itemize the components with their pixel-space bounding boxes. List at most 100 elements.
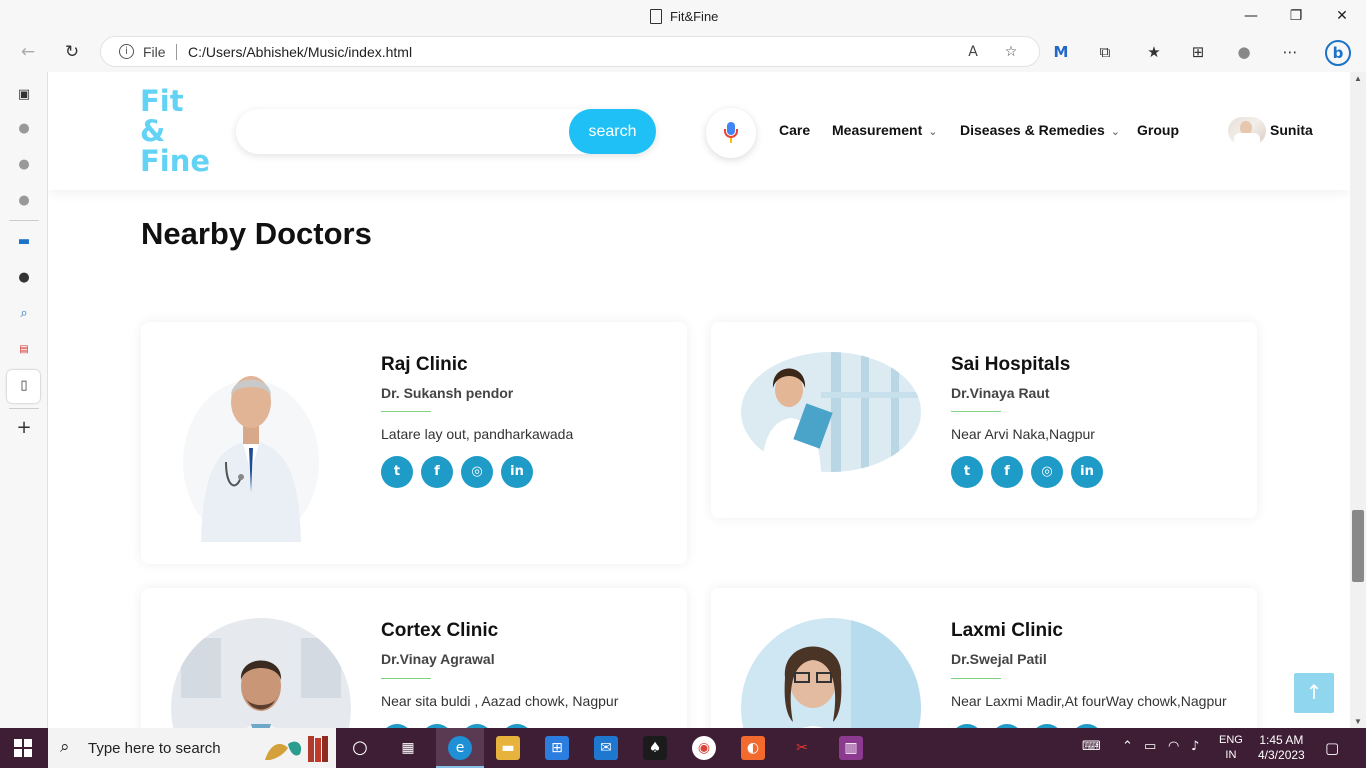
app-icon[interactable]: ◐: [741, 736, 765, 760]
linkedin-icon[interactable]: in: [501, 456, 533, 488]
page-icon[interactable]: ▯: [14, 376, 34, 396]
instagram-icon[interactable]: ◎: [1031, 456, 1063, 488]
solitaire-icon[interactable]: ♠: [643, 736, 667, 760]
nav-group[interactable]: Group: [1137, 122, 1179, 138]
search-icon[interactable]: ⌕: [14, 304, 34, 324]
info-icon[interactable]: i: [119, 44, 134, 59]
divider: [951, 411, 1001, 412]
tabs-icon[interactable]: ▣: [14, 85, 34, 105]
nav-group-label: Group: [1137, 122, 1179, 138]
nav-measurement[interactable]: Measurement ⌄: [832, 122, 937, 138]
taskbar-search-placeholder: Type here to search: [88, 740, 221, 757]
volume-icon[interactable]: ♪: [1191, 739, 1199, 754]
file-explorer-icon[interactable]: ▬: [496, 736, 520, 760]
collections-icon[interactable]: ⊞: [1186, 40, 1210, 64]
language-indicator[interactable]: ENG IN: [1219, 733, 1243, 763]
instagram-icon[interactable]: ◎: [461, 456, 493, 488]
refresh-button[interactable]: ↻: [60, 40, 84, 64]
add-favorite-icon[interactable]: ☆: [1001, 42, 1021, 62]
chrome-icon[interactable]: ◉: [692, 736, 716, 760]
scroll-up-icon[interactable]: ▲: [1354, 74, 1362, 83]
logo-line-2: &: [140, 114, 166, 148]
search-input[interactable]: [252, 119, 552, 143]
notifications-icon[interactable]: ▢: [1325, 739, 1339, 757]
social-links: tf◎in: [951, 456, 1111, 488]
system-clock[interactable]: 1:45 AM 4/3/2023: [1258, 733, 1305, 763]
nav-care[interactable]: Care: [779, 122, 810, 138]
snipping-tool-icon[interactable]: ✂: [790, 736, 814, 760]
doctor-card: Raj Clinic Dr. Sukansh pendor Latare lay…: [141, 322, 687, 564]
close-button[interactable]: ✕: [1332, 6, 1352, 26]
avatar[interactable]: [1228, 117, 1266, 145]
search-icon: ⌕: [60, 737, 70, 757]
taskbar-search[interactable]: ⌕ Type here to search: [48, 728, 336, 768]
restore-button[interactable]: ❐: [1286, 6, 1306, 26]
store-icon[interactable]: ⊞: [545, 736, 569, 760]
clinic-name: Laxmi Clinic: [951, 620, 1063, 641]
github-icon[interactable]: ●: [14, 119, 34, 139]
github-icon[interactable]: ●: [14, 155, 34, 175]
voice-search-button[interactable]: [706, 108, 756, 158]
doctor-name: Dr.Vinay Agrawal: [381, 651, 495, 667]
back-button[interactable]: ←: [16, 40, 40, 64]
bing-icon[interactable]: b: [1325, 40, 1351, 66]
pdf-icon[interactable]: ▤: [14, 340, 34, 360]
doctor-name: Dr.Vinaya Raut: [951, 385, 1050, 401]
doctor-card: Laxmi Clinic Dr.Swejal Patil Near Laxmi …: [711, 588, 1257, 728]
nav-measurement-label: Measurement: [832, 122, 923, 138]
chevron-up-icon[interactable]: ⌃: [1122, 739, 1133, 754]
wifi-icon[interactable]: ◠: [1168, 739, 1179, 754]
browser-sidebar: ▣ ● ● ● ▬ ● ⌕ ▤ ▯ +: [0, 72, 48, 728]
clinic-name: Raj Clinic: [381, 354, 468, 375]
nav-diseases-label: Diseases & Remedies: [960, 122, 1105, 138]
scroll-to-top-button[interactable]: ↑: [1294, 673, 1334, 713]
facebook-icon[interactable]: f: [421, 456, 453, 488]
widgets-icon[interactable]: ▦: [396, 736, 420, 760]
document-icon: [650, 9, 662, 24]
scrollbar-thumb[interactable]: [1352, 510, 1364, 582]
extensions-icon[interactable]: ⧉: [1093, 40, 1117, 64]
search-button[interactable]: search: [569, 109, 656, 154]
task-view-icon[interactable]: ○: [348, 736, 372, 760]
url-text[interactable]: C:/Users/Abhishek/Music/index.html: [188, 44, 412, 60]
doctor-photo: [171, 618, 351, 728]
minimize-button[interactable]: —: [1241, 6, 1261, 26]
windows-start-button[interactable]: [14, 739, 32, 757]
twitter-icon[interactable]: t: [951, 456, 983, 488]
clock-time: 1:45 AM: [1259, 733, 1304, 747]
clinic-name: Sai Hospitals: [951, 354, 1071, 375]
page-scrollbar[interactable]: ▲ ▼: [1350, 72, 1366, 728]
winrar-icon[interactable]: ▥: [839, 736, 863, 760]
doctor-card: Sai Hospitals Dr.Vinaya Raut Near Arvi N…: [711, 322, 1257, 518]
battery-icon[interactable]: ▭: [1144, 739, 1156, 754]
github-icon[interactable]: ●: [14, 191, 34, 211]
site-logo[interactable]: Fit & Fine: [140, 86, 210, 176]
read-aloud-icon[interactable]: A: [963, 42, 983, 62]
desktop-icon[interactable]: ▬: [14, 232, 34, 252]
favorites-icon[interactable]: ★: [1142, 40, 1166, 64]
linkedin-icon[interactable]: in: [1071, 456, 1103, 488]
user-name[interactable]: Sunita: [1270, 122, 1313, 138]
microphone-stem: [730, 138, 732, 143]
edge-icon[interactable]: e: [448, 736, 472, 760]
nav-care-label: Care: [779, 122, 811, 138]
keyboard-icon[interactable]: ⌨: [1082, 739, 1101, 754]
clinic-name: Cortex Clinic: [381, 620, 499, 641]
taskbar: ⌕ Type here to search ○ ▦ e ▬ ⊞ ✉ ♠ ◉ ◐ …: [0, 728, 1366, 768]
facebook-icon[interactable]: f: [991, 456, 1023, 488]
mail-icon[interactable]: ✉: [594, 736, 618, 760]
address-bar[interactable]: i File C:/Users/Abhishek/Music/index.htm…: [100, 36, 1040, 67]
add-icon[interactable]: +: [14, 418, 34, 438]
scroll-down-icon[interactable]: ▼: [1354, 717, 1362, 726]
nav-diseases-remedies[interactable]: Diseases & Remedies ⌄: [960, 122, 1120, 138]
clinic-address: Near Laxmi Madir,At fourWay chowk,Nagpur: [951, 693, 1227, 709]
url-separator: [176, 44, 177, 60]
twitter-icon[interactable]: t: [381, 456, 413, 488]
language-region: IN: [1225, 749, 1237, 761]
github-icon[interactable]: ●: [14, 268, 34, 288]
extension-m-icon[interactable]: M: [1049, 40, 1073, 64]
more-menu-icon[interactable]: ⋯: [1278, 40, 1302, 64]
profile-icon[interactable]: ●: [1232, 40, 1256, 64]
doctor-name: Dr. Sukansh pendor: [381, 385, 514, 401]
language-code: ENG: [1219, 734, 1243, 746]
